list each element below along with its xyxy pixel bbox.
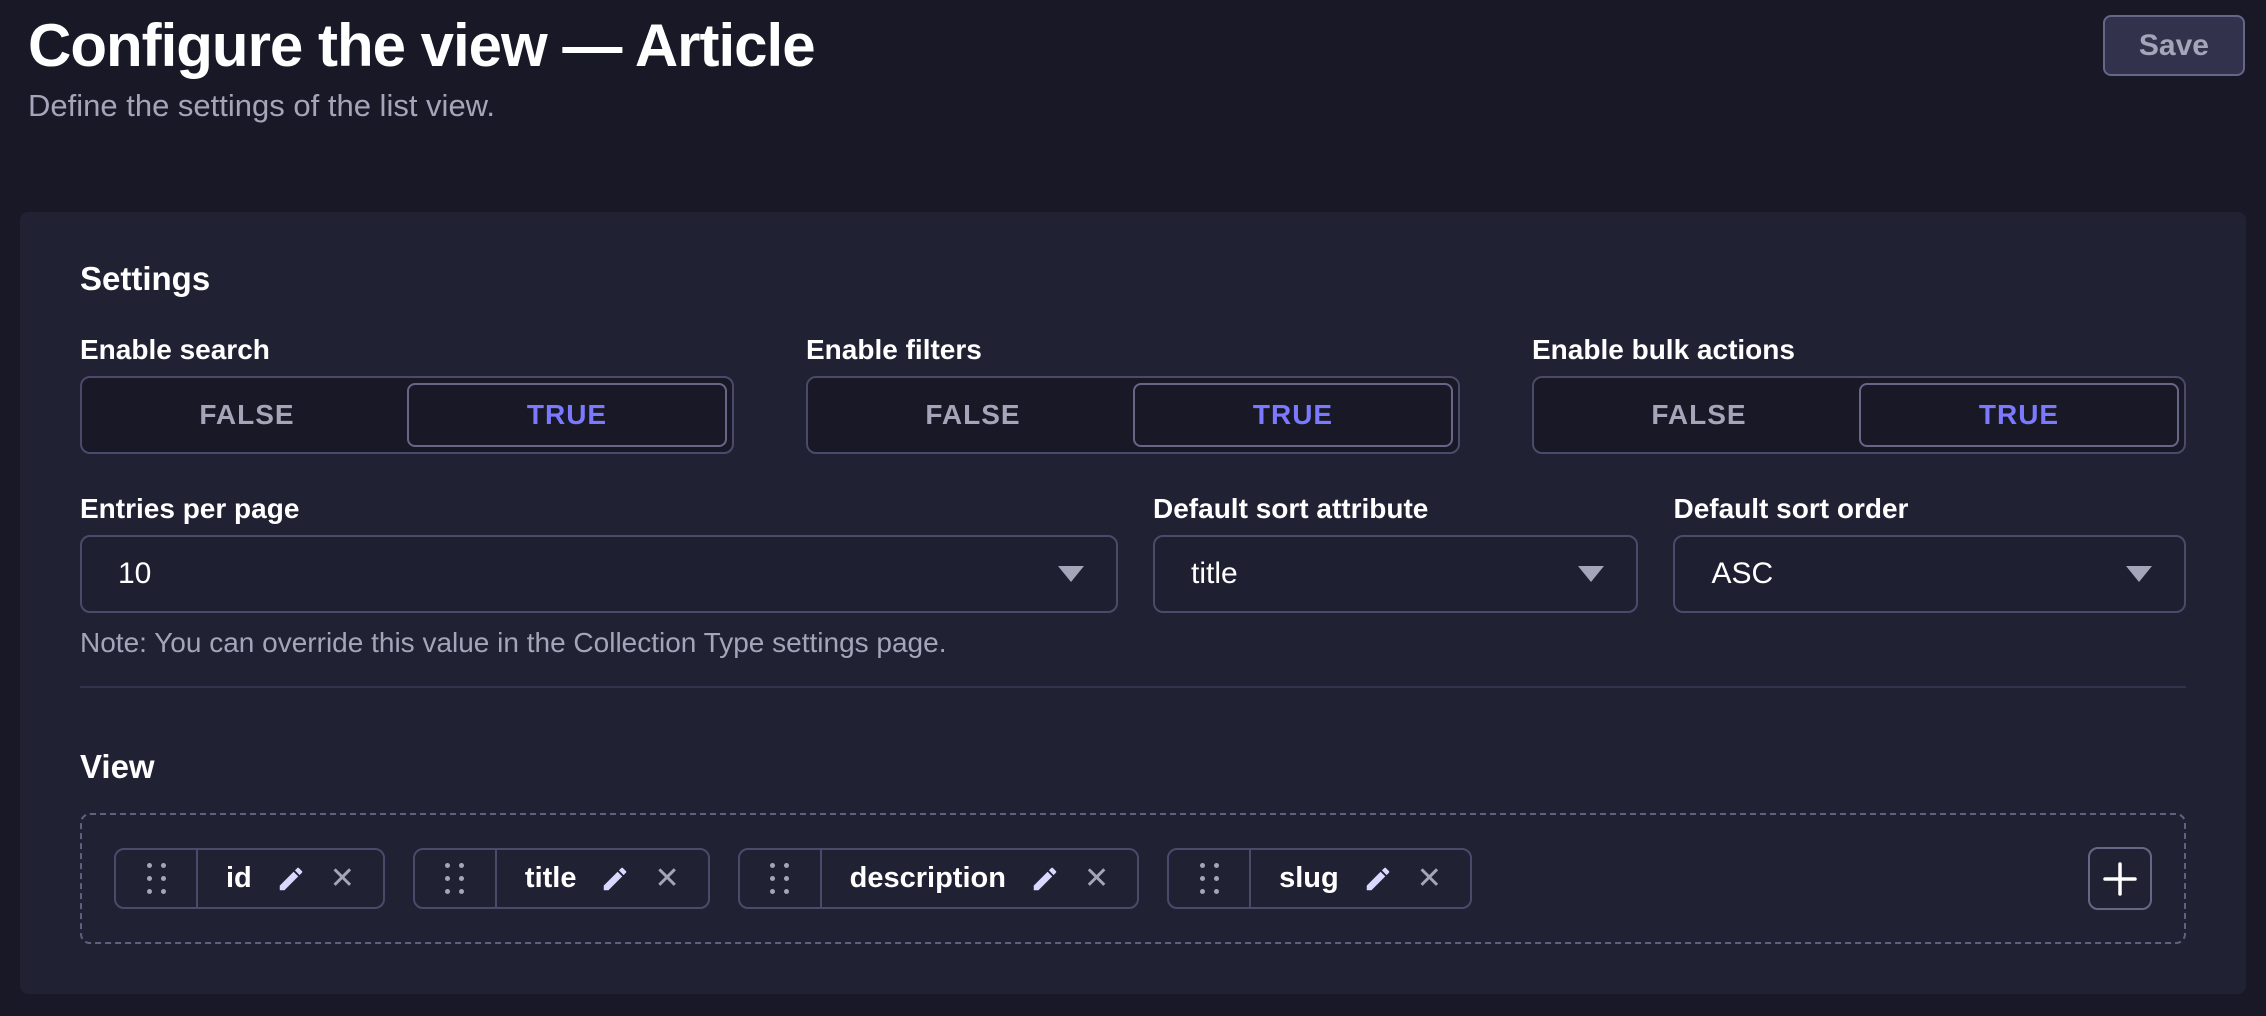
view-heading: View (80, 750, 2186, 784)
enable-bulk-actions-true-option[interactable]: TRUE (1859, 383, 2179, 447)
enable-filters-true-option[interactable]: TRUE (1133, 383, 1453, 447)
toggles-row: Enable search FALSE TRUE Enable filters … (80, 334, 2186, 454)
default-sort-order-label: Default sort order (1673, 493, 2186, 525)
field-enable-filters: Enable filters FALSE TRUE (806, 334, 1460, 454)
chip-body: description ✕ (822, 850, 1137, 907)
page-subtitle: Define the settings of the list view. (28, 88, 2246, 124)
enable-bulk-actions-false-option[interactable]: FALSE (1539, 383, 1859, 447)
enable-search-false-option[interactable]: FALSE (87, 383, 407, 447)
enable-bulk-actions-label: Enable bulk actions (1532, 334, 2186, 366)
edit-pencil-icon[interactable] (1030, 864, 1060, 894)
displayed-fields-dropzone: id ✕ title ✕ d (80, 813, 2186, 944)
drag-handle-icon (1200, 863, 1219, 894)
entries-per-page-select[interactable]: 10 (80, 535, 1118, 613)
field-enable-search: Enable search FALSE TRUE (80, 334, 734, 454)
field-chip-title: title ✕ (413, 848, 710, 909)
chip-body: id ✕ (198, 850, 383, 907)
chip-label: description (850, 862, 1006, 895)
enable-search-label: Enable search (80, 334, 734, 366)
chevron-down-icon (1058, 566, 1084, 582)
chip-label: id (226, 862, 252, 895)
field-entries-per-page: Entries per page 10 (80, 493, 1118, 613)
chip-label: slug (1279, 862, 1339, 895)
drag-handle-icon (147, 863, 166, 894)
section-divider (80, 686, 2186, 688)
plus-icon (2102, 861, 2138, 897)
remove-field-icon[interactable]: ✕ (1084, 864, 1109, 894)
entries-per-page-label: Entries per page (80, 493, 1118, 525)
selects-row: Entries per page 10 Default sort attribu… (80, 493, 2186, 613)
chip-body: title ✕ (497, 850, 708, 907)
page-header: Configure the view — Article Define the … (0, 0, 2266, 124)
drag-handle[interactable] (415, 850, 497, 907)
add-field-button[interactable] (2088, 847, 2152, 910)
chevron-down-icon (2126, 566, 2152, 582)
drag-handle-icon (445, 863, 464, 894)
field-default-sort-attribute: Default sort attribute title (1153, 493, 1638, 613)
drag-handle[interactable] (1169, 850, 1251, 907)
settings-heading: Settings (80, 262, 2186, 296)
page-title: Configure the view — Article (28, 14, 2246, 78)
drag-handle[interactable] (740, 850, 822, 907)
entries-per-page-note: Note: You can override this value in the… (80, 627, 2186, 659)
default-sort-attribute-select[interactable]: title (1153, 535, 1638, 613)
remove-field-icon[interactable]: ✕ (1417, 864, 1442, 894)
default-sort-order-select[interactable]: ASC (1673, 535, 2186, 613)
enable-filters-toggle: FALSE TRUE (806, 376, 1460, 454)
drag-handle[interactable] (116, 850, 198, 907)
default-sort-attribute-value: title (1191, 557, 1238, 591)
field-chip-description: description ✕ (738, 848, 1139, 909)
enable-filters-label: Enable filters (806, 334, 1460, 366)
remove-field-icon[interactable]: ✕ (330, 864, 355, 894)
field-default-sort-order: Default sort order ASC (1673, 493, 2186, 613)
field-enable-bulk-actions: Enable bulk actions FALSE TRUE (1532, 334, 2186, 454)
chip-body: slug ✕ (1251, 850, 1470, 907)
default-sort-attribute-label: Default sort attribute (1153, 493, 1638, 525)
field-chip-slug: slug ✕ (1167, 848, 1472, 909)
remove-field-icon[interactable]: ✕ (654, 864, 679, 894)
chevron-down-icon (1578, 566, 1604, 582)
enable-search-toggle: FALSE TRUE (80, 376, 734, 454)
default-sort-order-value: ASC (1711, 557, 1773, 591)
entries-per-page-value: 10 (118, 557, 151, 591)
drag-handle-icon (770, 863, 789, 894)
settings-panel: Settings Enable search FALSE TRUE Enable… (20, 212, 2246, 994)
enable-search-true-option[interactable]: TRUE (407, 383, 727, 447)
enable-bulk-actions-toggle: FALSE TRUE (1532, 376, 2186, 454)
edit-pencil-icon[interactable] (1363, 864, 1393, 894)
chip-label: title (525, 862, 577, 895)
edit-pencil-icon[interactable] (276, 864, 306, 894)
save-button[interactable]: Save (2103, 15, 2245, 76)
edit-pencil-icon[interactable] (600, 864, 630, 894)
enable-filters-false-option[interactable]: FALSE (813, 383, 1133, 447)
field-chip-id: id ✕ (114, 848, 385, 909)
